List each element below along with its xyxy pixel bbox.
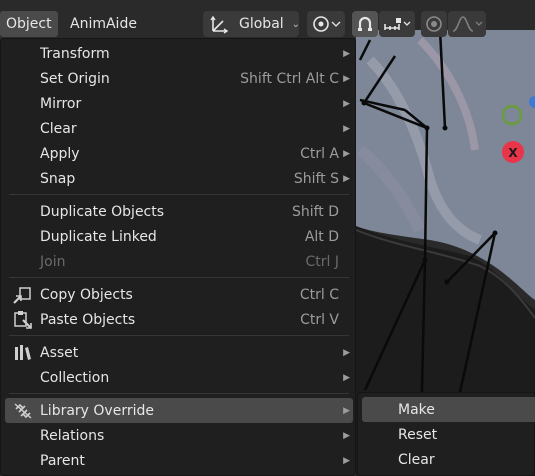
chevron-down-icon: ⌄ [291, 18, 301, 30]
menu-item-duplicate-objects[interactable]: Duplicate Objects Shift D [5, 199, 353, 224]
submenu-arrow-icon: ▶ [343, 173, 350, 184]
menu-item-clear[interactable]: Clear ▶ [5, 116, 353, 141]
submenu-item-label: Make [398, 401, 435, 418]
menu-item-label: Relations [40, 427, 105, 444]
menu-item-label: Library Override [40, 402, 154, 419]
submenu-item-label: Clear [398, 451, 435, 468]
object-menu: Transform ▶ Set Origin Shift Ctrl Alt C … [0, 38, 356, 476]
menu-item-label: Transform [40, 45, 110, 62]
menu-item-label: Duplicate Objects [40, 203, 165, 220]
menu-item-join[interactable]: Join Ctrl J [5, 249, 353, 274]
asset-icon [11, 342, 35, 364]
menu-separator [9, 393, 349, 394]
proportional-editing-toggle[interactable] [421, 11, 447, 37]
submenu-item-clear[interactable]: Clear [362, 447, 535, 472]
menu-item-library-override[interactable]: Library Override ▶ [5, 398, 353, 423]
submenu-arrow-icon: ▶ [343, 372, 350, 383]
menu-item-label: Asset [40, 344, 79, 361]
menu-item-collection[interactable]: Collection ▶ [5, 365, 353, 390]
menu-item-shortcut: Ctrl C [299, 286, 339, 303]
library-override-icon [11, 400, 35, 422]
menu-separator [9, 277, 349, 278]
menu-item-parent[interactable]: Parent ▶ [5, 448, 353, 473]
snap-increment-icon [381, 14, 413, 34]
menu-item-label: Copy Objects [40, 286, 133, 303]
menu-item-label: Parent [40, 452, 85, 469]
menu-item-label: Apply [40, 145, 80, 162]
menu-item-copy-objects[interactable]: Copy Objects Ctrl C [5, 282, 353, 307]
orientation-icon [209, 14, 231, 34]
menu-item-shortcut: Ctrl A [300, 145, 339, 162]
pivot-point-dropdown[interactable] [307, 11, 345, 37]
menu-item-paste-objects[interactable]: Paste Objects Ctrl V [5, 307, 353, 332]
submenu-arrow-icon: ▶ [343, 123, 350, 134]
menu-item-shortcut: Ctrl V [300, 311, 339, 328]
submenu-item-reset[interactable]: Reset [362, 422, 535, 447]
menu-item-mirror[interactable]: Mirror ▶ [5, 91, 353, 116]
menu-item-shortcut: Ctrl J [305, 253, 340, 270]
svg-text:X: X [508, 146, 518, 160]
menu-item-label: Clear [40, 120, 77, 137]
submenu-arrow-icon: ▶ [343, 48, 350, 59]
menu-item-label: Duplicate Linked [40, 228, 157, 245]
submenu-arrow-icon: ▶ [343, 430, 350, 441]
orientation-label: Global [239, 16, 284, 32]
menu-item-snap[interactable]: Snap Shift S ▶ [5, 166, 353, 191]
menu-item-relations[interactable]: Relations ▶ [5, 423, 353, 448]
magnet-icon [355, 14, 375, 34]
library-override-submenu: Make Reset Clear [357, 392, 535, 476]
falloff-dropdown[interactable] [448, 11, 486, 37]
object-menu-tab[interactable]: Object [0, 11, 58, 37]
menu-item-duplicate-linked[interactable]: Duplicate Linked Alt D [5, 224, 353, 249]
falloff-curve-icon [450, 14, 484, 34]
menu-item-label: Snap [40, 170, 76, 187]
proportional-edit-icon [424, 14, 444, 34]
menu-item-shortcut: Alt D [304, 228, 339, 245]
snap-target-dropdown[interactable] [379, 11, 415, 37]
submenu-arrow-icon: ▶ [343, 455, 350, 466]
menu-item-shortcut: Shift Ctrl Alt C [240, 70, 339, 87]
menu-item-set-origin[interactable]: Set Origin Shift Ctrl Alt C ▶ [5, 66, 353, 91]
submenu-arrow-icon: ▶ [343, 405, 350, 416]
menu-item-label: Set Origin [40, 70, 110, 87]
pivot-icon [311, 14, 341, 34]
submenu-arrow-icon: ▶ [343, 98, 350, 109]
menu-item-label: Paste Objects [40, 311, 136, 328]
viewport-header: Object AnimAide Global ⌄ [0, 8, 535, 38]
menu-separator [9, 194, 349, 195]
submenu-arrow-icon: ▶ [343, 347, 350, 358]
menu-item-transform[interactable]: Transform ▶ [5, 41, 353, 66]
submenu-item-make[interactable]: Make [362, 397, 535, 422]
snap-toggle[interactable] [352, 11, 378, 37]
menu-item-label: Join [40, 253, 66, 270]
transform-orientation-dropdown[interactable]: Global ⌄ [203, 11, 301, 37]
submenu-arrow-icon: ▶ [343, 73, 350, 84]
menu-item-label: Mirror [40, 95, 82, 112]
menu-item-label: Collection [40, 369, 110, 386]
submenu-item-label: Reset [398, 426, 438, 443]
paste-objects-icon [11, 309, 35, 331]
menu-item-shortcut: Shift D [291, 203, 339, 220]
menu-separator [9, 335, 349, 336]
copy-objects-icon [11, 284, 35, 306]
menu-item-shortcut: Shift S [293, 170, 339, 187]
submenu-arrow-icon: ▶ [343, 148, 350, 159]
menu-item-apply[interactable]: Apply Ctrl A ▶ [5, 141, 353, 166]
menu-item-asset[interactable]: Asset ▶ [5, 340, 353, 365]
animaide-menu-tab[interactable]: AnimAide [64, 11, 144, 37]
